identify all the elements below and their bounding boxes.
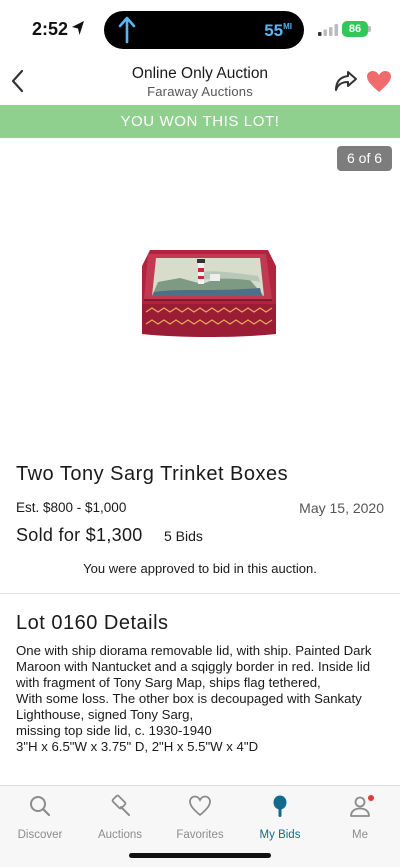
navigation-distance: 55MI <box>264 21 292 40</box>
image-counter-badge: 6 of 6 <box>337 146 392 171</box>
section-divider <box>0 593 400 594</box>
navigation-arrow-icon <box>118 16 136 44</box>
tab-favorites[interactable]: Favorites <box>160 794 240 841</box>
lot-title: Two Tony Sarg Trinket Boxes <box>16 463 289 485</box>
gavel-icon <box>111 794 130 816</box>
home-indicator[interactable] <box>129 853 271 858</box>
favorite-heart-icon[interactable] <box>366 70 392 93</box>
status-time: 2:52 <box>32 19 69 39</box>
sold-price: Sold for $1,300 <box>16 525 143 545</box>
lot-details-heading: Lot 0160 Details <box>16 612 169 634</box>
tab-label-auctions: Auctions <box>97 829 143 841</box>
lot-photo-trinket-box[interactable] <box>140 248 278 342</box>
tab-label-my-bids: My Bids <box>259 829 301 841</box>
tab-my-bids[interactable]: My Bids <box>240 794 320 841</box>
paddle-icon <box>273 795 287 817</box>
bid-approval-note: You were approved to bid in this auction… <box>83 561 317 576</box>
bid-count[interactable]: 5 Bids <box>164 528 203 544</box>
won-lot-banner: YOU WON THIS LOT! <box>0 105 400 138</box>
search-icon <box>30 796 51 817</box>
notification-dot <box>368 795 374 801</box>
lot-header: Online Only Auction Faraway Auctions <box>0 58 400 105</box>
battery-tip <box>368 26 371 32</box>
lot-description: One with ship diorama removable lid, wit… <box>16 643 372 754</box>
tab-discover[interactable]: Discover <box>0 794 80 841</box>
battery-icon: 86 <box>342 21 368 37</box>
tab-auctions[interactable]: Auctions <box>80 794 160 841</box>
tab-me[interactable]: Me <box>320 794 400 841</box>
heart-outline-icon <box>189 795 211 817</box>
lot-estimate: Est. $800 - $1,000 <box>16 500 127 515</box>
cellular-signal-icon <box>318 24 338 36</box>
share-icon[interactable] <box>333 69 359 93</box>
location-arrow-icon <box>72 21 84 35</box>
tab-label-discover: Discover <box>17 829 63 841</box>
tab-label-favorites: Favorites <box>176 829 224 841</box>
status-bar: 2:52 55MI 86 <box>0 0 400 60</box>
dynamic-island-navigation[interactable]: 55MI <box>104 11 304 49</box>
auction-date: May 15, 2020 <box>299 500 384 516</box>
tab-label-me: Me <box>352 829 368 841</box>
